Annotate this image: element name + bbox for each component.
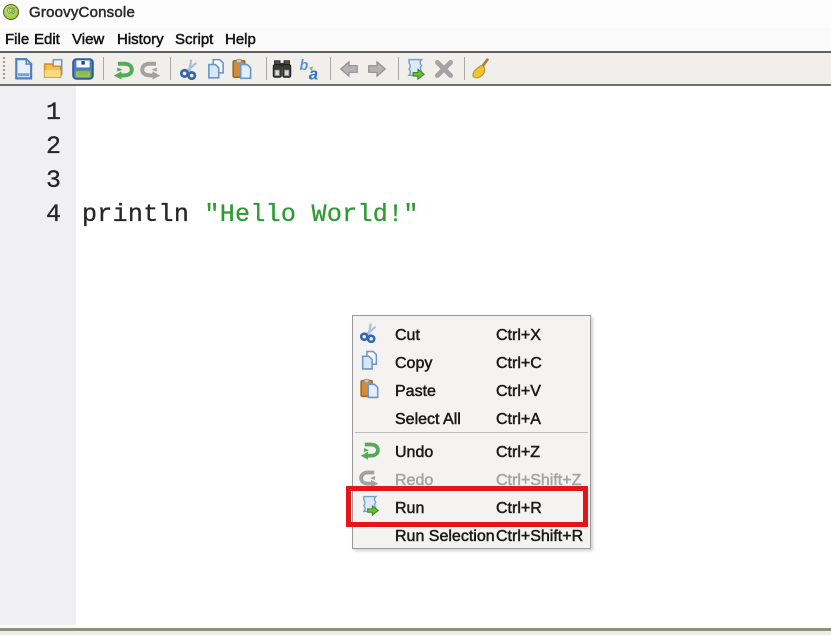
svg-text:a: a	[309, 65, 318, 80]
svg-text:b: b	[300, 58, 309, 74]
